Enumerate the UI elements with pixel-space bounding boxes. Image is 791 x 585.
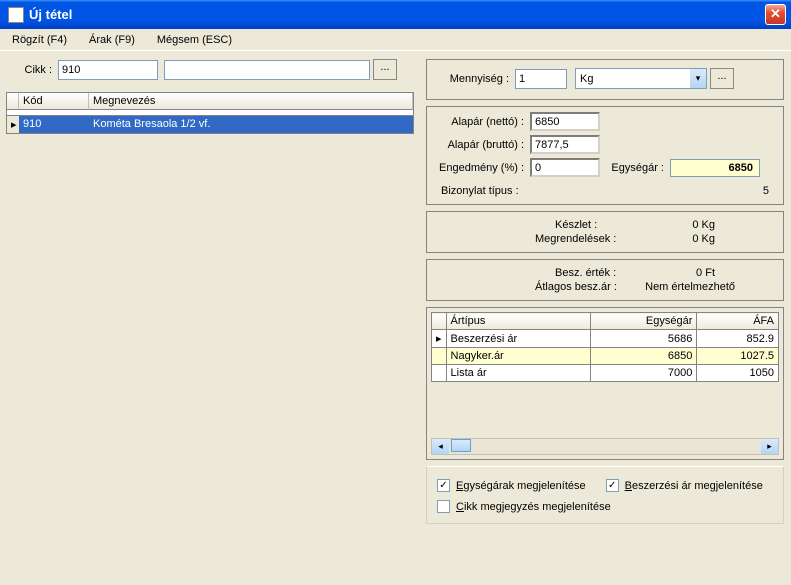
alapar-netto-label: Alapár (nettó) : — [435, 116, 530, 128]
menu-megsem[interactable]: Mégsem (ESC) — [153, 32, 236, 48]
close-button[interactable]: ✕ — [765, 4, 786, 25]
price-row[interactable]: ▸Beszerzési ár5686852.9 — [432, 330, 779, 348]
display-options-group: ✓ Egységárak megjelenítése ✓ Beszerzési … — [426, 466, 784, 524]
scroll-left-icon[interactable]: ◂ — [432, 439, 449, 454]
menu-arak[interactable]: Árak (F9) — [85, 32, 139, 48]
price-header-afa[interactable]: ÁFA — [697, 313, 779, 330]
price-header-artipus[interactable]: Ártípus — [446, 313, 591, 330]
titlebar: Új tétel ✕ — [0, 0, 791, 29]
cikk-label: Cikk : — [6, 64, 58, 76]
window-title: Új tétel — [29, 7, 765, 22]
cikk-browse-button[interactable]: ... — [373, 59, 397, 80]
unit-select[interactable]: Kg ▾ — [575, 68, 707, 89]
price-row-marker-header — [432, 313, 447, 330]
bizonylat-value: 5 — [763, 185, 769, 197]
grid-header-kod[interactable]: Kód — [19, 93, 89, 110]
check-beszerzesi-label: Beszerzési ár megjelenítése — [625, 480, 763, 492]
unit-value: Kg — [580, 73, 593, 85]
alapar-brutto-label: Alapár (bruttó) : — [435, 139, 530, 151]
price-header-egysegar[interactable]: Egységár — [591, 313, 697, 330]
keszlet-value: 0 Kg — [692, 219, 715, 231]
keszlet-label: Készlet : — [555, 219, 597, 231]
check-beszerzesi[interactable]: ✓ — [606, 479, 619, 492]
unit-browse-button[interactable]: ... — [710, 68, 734, 89]
alapar-brutto-input[interactable] — [530, 135, 600, 154]
price-table: Ártípus Egységár ÁFA ▸Beszerzési ár56868… — [431, 312, 779, 382]
megrend-label: Megrendelések : — [535, 233, 616, 245]
price-row[interactable]: Lista ár70001050 — [432, 365, 779, 382]
engedmeny-label: Engedmény (%) : — [435, 162, 530, 174]
price-row[interactable]: Nagyker.ár68501027.5 — [432, 348, 779, 365]
alapar-netto-input[interactable] — [530, 112, 600, 131]
menubar: Rögzít (F4) Árak (F9) Mégsem (ESC) — [0, 29, 791, 51]
engedmeny-input[interactable] — [530, 158, 600, 177]
check-cikkmegj-label: Cikk megjegyzés megjelenítése — [456, 501, 611, 513]
scroll-right-icon[interactable]: ▸ — [761, 439, 778, 454]
mennyiseg-label: Mennyiség : — [437, 73, 515, 85]
cikk-name-input[interactable] — [164, 60, 370, 80]
beszertek-label: Besz. érték : — [555, 267, 616, 279]
horizontal-scrollbar[interactable]: ◂ ▸ — [431, 438, 779, 455]
cikk-grid[interactable]: Kód Megnevezés — [6, 92, 414, 116]
beszertek-value: 0 Ft — [696, 267, 715, 279]
cikk-code-input[interactable] — [58, 60, 158, 80]
chevron-down-icon: ▾ — [690, 69, 706, 88]
check-egysegarak-label: Egységárak megjelenítése — [456, 480, 586, 492]
grid-header-megnevezes[interactable]: Megnevezés — [89, 93, 413, 110]
egysegar-value: 6850 — [670, 159, 760, 177]
mennyiseg-input[interactable] — [515, 69, 567, 89]
grid-cell-kod: 910 — [19, 116, 89, 133]
check-cikkmegj[interactable] — [437, 500, 450, 513]
atlagbesz-value: Nem értelmezhető — [645, 281, 735, 293]
check-egysegarak[interactable]: ✓ — [437, 479, 450, 492]
grid-cell-megnevezes: Kométa Bresaola 1/2 vf. — [89, 116, 413, 133]
grid-row[interactable]: ▸ 910 Kométa Bresaola 1/2 vf. — [7, 116, 413, 133]
menu-rogzit[interactable]: Rögzít (F4) — [8, 32, 71, 48]
scroll-thumb[interactable] — [451, 439, 471, 452]
grid-row-marker-header — [7, 93, 19, 110]
bizonylat-label: Bizonylat típus : — [441, 185, 519, 197]
app-icon — [8, 7, 24, 23]
atlagbesz-label: Átlagos besz.ár : — [535, 281, 617, 293]
egysegar-label: Egységár : — [600, 162, 670, 174]
megrend-value: 0 Kg — [692, 233, 715, 245]
